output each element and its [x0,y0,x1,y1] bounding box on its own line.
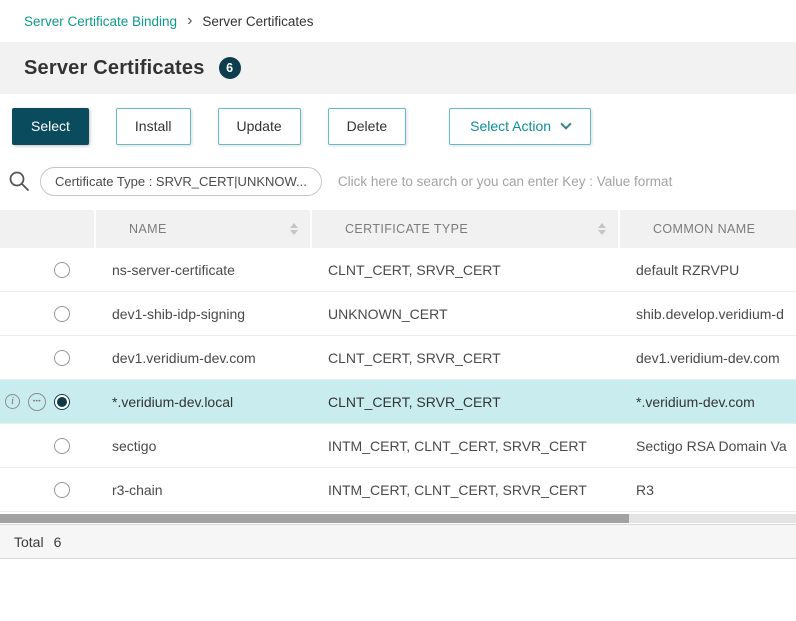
page-header: Server Certificates 6 [0,42,796,94]
filter-chip-certificate-type[interactable]: Certificate Type : SRVR_CERT|UNKNOW... [40,167,322,196]
table-footer: Total 6 [0,524,796,559]
column-header-select [0,210,96,248]
breadcrumb-separator-icon: › [187,13,192,29]
count-badge: 6 [219,57,241,79]
select-action-label: Select Action [470,118,551,134]
cell-certificate-type: UNKNOWN_CERT [312,292,620,335]
cell-common-name: shib.develop.veridium-d [620,292,796,335]
column-header-name-label: NAME [129,222,167,236]
horizontal-scrollbar[interactable] [0,514,796,523]
column-header-certificate-type[interactable]: CERTIFICATE TYPE [312,210,620,248]
row-radio[interactable] [54,262,70,278]
cell-certificate-type: CLNT_CERT, SRVR_CERT [312,248,620,291]
row-actions-ellipsis-icon[interactable] [28,393,46,411]
table-row[interactable]: ns-server-certificate CLNT_CERT, SRVR_CE… [0,248,796,292]
cell-common-name: R3 [620,468,796,511]
select-action-dropdown[interactable]: Select Action [449,108,591,145]
certificates-table: NAME CERTIFICATE TYPE COMMON NAME ns-ser… [0,210,796,512]
cell-certificate-type: INTM_CERT, CLNT_CERT, SRVR_CERT [312,468,620,511]
row-radio[interactable] [54,438,70,454]
table-row[interactable]: dev1.veridium-dev.com CLNT_CERT, SRVR_CE… [0,336,796,380]
update-button[interactable]: Update [218,108,301,145]
chevron-down-icon [560,118,571,129]
breadcrumb-parent-link[interactable]: Server Certificate Binding [24,14,177,29]
table-row[interactable]: sectigo INTM_CERT, CLNT_CERT, SRVR_CERT … [0,424,796,468]
cell-name: ns-server-certificate [96,248,312,291]
delete-button[interactable]: Delete [328,108,406,145]
search-icon [8,170,30,192]
select-button[interactable]: Select [12,108,89,145]
cell-common-name: *.veridium-dev.com [620,380,796,423]
table-row[interactable]: r3-chain INTM_CERT, CLNT_CERT, SRVR_CERT… [0,468,796,512]
table-row-selected[interactable]: *.veridium-dev.local CLNT_CERT, SRVR_CER… [0,380,796,424]
row-radio[interactable] [54,306,70,322]
sort-icon[interactable] [598,223,606,235]
search-bar: Certificate Type : SRVR_CERT|UNKNOW... [0,158,796,204]
cell-name: r3-chain [96,468,312,511]
column-header-common-name-label: COMMON NAME [653,222,755,236]
cell-certificate-type: INTM_CERT, CLNT_CERT, SRVR_CERT [312,424,620,467]
breadcrumb-current: Server Certificates [202,14,313,29]
row-radio[interactable] [54,350,70,366]
cell-common-name: dev1.veridium-dev.com [620,336,796,379]
column-header-certificate-type-label: CERTIFICATE TYPE [345,222,468,236]
horizontal-scrollbar-thumb[interactable] [0,514,629,523]
table-row[interactable]: dev1-shib-idp-signing UNKNOWN_CERT shib.… [0,292,796,336]
cell-common-name: default RZRVPU [620,248,796,291]
info-icon[interactable] [5,394,20,409]
cell-common-name: Sectigo RSA Domain Va [620,424,796,467]
sort-icon[interactable] [290,223,298,235]
cell-name: dev1.veridium-dev.com [96,336,312,379]
page-title: Server Certificates [24,57,205,80]
install-button[interactable]: Install [116,108,191,145]
cell-name: dev1-shib-idp-signing [96,292,312,335]
total-value: 6 [54,534,62,550]
cell-certificate-type: CLNT_CERT, SRVR_CERT [312,380,620,423]
total-label: Total [14,534,44,550]
column-header-common-name[interactable]: COMMON NAME [620,210,796,248]
column-header-name[interactable]: NAME [96,210,312,248]
row-radio[interactable] [54,482,70,498]
search-input[interactable] [338,174,796,189]
table-header-row: NAME CERTIFICATE TYPE COMMON NAME [0,210,796,248]
toolbar: Select Install Update Delete Select Acti… [0,94,796,158]
cell-certificate-type: CLNT_CERT, SRVR_CERT [312,336,620,379]
breadcrumb: Server Certificate Binding › Server Cert… [0,0,796,42]
cell-name: sectigo [96,424,312,467]
cell-name: *.veridium-dev.local [96,380,312,423]
row-radio-checked[interactable] [54,394,70,410]
